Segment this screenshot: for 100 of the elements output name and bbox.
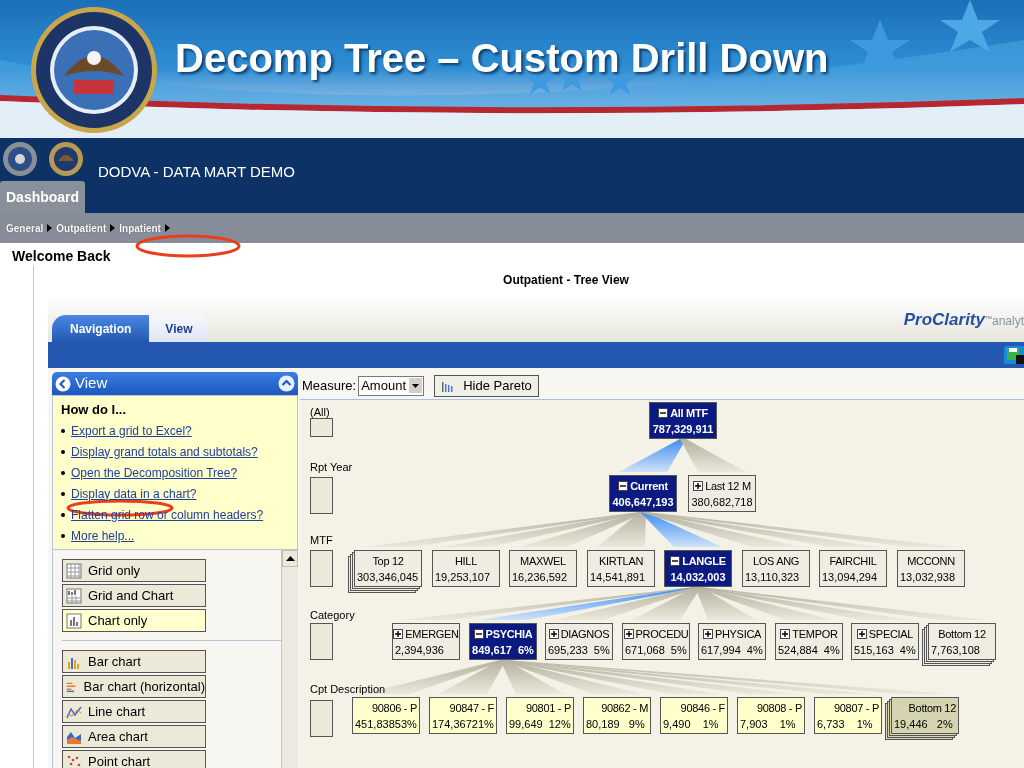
node-value: 80,189 9% bbox=[586, 716, 646, 732]
node-value: 406,647,193 bbox=[612, 494, 674, 510]
level-label: MTF bbox=[310, 533, 333, 548]
level-label: Category bbox=[310, 608, 355, 623]
tree-node[interactable]: LOS ANG 13,110,323 bbox=[742, 550, 810, 587]
level-label: Cpt Description bbox=[310, 682, 386, 697]
node-label: Top 12 bbox=[372, 553, 404, 569]
tree-node[interactable]: 90847 - F 174,36721% bbox=[429, 697, 497, 734]
tree-node[interactable]: Last 12 M 380,682,718 bbox=[688, 475, 756, 512]
report-tab[interactable]: Navigation bbox=[52, 315, 150, 342]
node-value: 9,490 1% bbox=[663, 716, 720, 732]
tree-node[interactable]: LANGLE 14,032,003 bbox=[664, 550, 732, 587]
view-button[interactable]: Chart only bbox=[62, 609, 206, 632]
node-value: 13,094,294 bbox=[822, 569, 879, 585]
node-value: 174,36721% bbox=[432, 716, 494, 732]
tree-node[interactable]: FAIRCHIL 13,094,294 bbox=[819, 550, 887, 587]
node-value: 19,253,107 bbox=[435, 569, 492, 585]
node-value: 13,032,938 bbox=[900, 569, 957, 585]
view-button[interactable]: Area chart bbox=[62, 725, 206, 748]
node-label: PROCEDU bbox=[635, 626, 689, 642]
node-value: 617,994 4% bbox=[701, 642, 763, 658]
help-link[interactable]: Display grand totals and subtotals? bbox=[71, 442, 258, 461]
node-value: 451,83853% bbox=[355, 716, 417, 732]
tree-node[interactable]: HILL 19,253,107 bbox=[432, 550, 500, 587]
node-label: 90847 - F bbox=[449, 700, 494, 716]
view-button[interactable]: Bar chart bbox=[62, 650, 206, 673]
level-label: (All) bbox=[310, 405, 330, 420]
node-label: TEMPOR bbox=[792, 626, 838, 642]
report-tab[interactable]: View bbox=[149, 315, 209, 342]
node-value: 524,884 4% bbox=[778, 642, 840, 658]
node-value: 16,236,592 bbox=[512, 569, 569, 585]
node-value: 6,733 1% bbox=[817, 716, 874, 732]
node-label: PHYSICA bbox=[714, 626, 762, 642]
node-label: HILL bbox=[454, 553, 477, 569]
greeting-text: Welcome Back bbox=[12, 247, 111, 266]
tree-node[interactable]: 90807 - P 6,733 1% bbox=[814, 697, 882, 734]
view-button[interactable]: Grid and Chart bbox=[62, 584, 206, 607]
node-value: 515,163 4% bbox=[854, 642, 916, 658]
node-label: FAIRCHIL bbox=[829, 553, 877, 569]
node-value: 7,763,108 bbox=[931, 642, 981, 658]
view-button[interactable]: Line chart bbox=[62, 700, 206, 723]
tree-node[interactable]: TEMPOR 524,884 4% bbox=[775, 623, 843, 660]
node-value: 787,329,911 bbox=[652, 421, 714, 437]
measure-label: Measure: bbox=[302, 376, 357, 395]
tree-node[interactable]: All MTF 787,329,911 bbox=[649, 402, 717, 439]
tree-node[interactable]: MAXWEL 16,236,592 bbox=[509, 550, 577, 587]
app-title: DODVA - DATA MART DEMO bbox=[98, 162, 295, 182]
node-value: 849,617 6% bbox=[472, 642, 534, 658]
node-value: 14,541,891 bbox=[590, 569, 647, 585]
node-label: MCCONN bbox=[907, 553, 955, 569]
report-title: Outpatient - Tree View bbox=[503, 272, 629, 289]
view-button[interactable]: Grid only bbox=[62, 559, 206, 582]
node-label: 90862 - M bbox=[601, 700, 648, 716]
node-label: PSYCHIA bbox=[485, 626, 533, 642]
help-link[interactable]: More help... bbox=[71, 526, 135, 545]
tree-node[interactable]: 90808 - P 7,903 1% bbox=[737, 697, 805, 734]
node-label: 90808 - P bbox=[757, 700, 802, 716]
level-label: Rpt Year bbox=[310, 460, 353, 475]
tree-node[interactable]: SPECIAL 515,163 4% bbox=[851, 623, 919, 660]
view-button[interactable]: Point chart bbox=[62, 750, 206, 768]
help-link[interactable]: Display data in a chart? bbox=[71, 484, 197, 503]
view-button[interactable]: Bar chart (horizontal) bbox=[62, 675, 206, 698]
node-label: MAXWEL bbox=[520, 553, 566, 569]
tree-node[interactable]: KIRTLAN 14,541,891 bbox=[587, 550, 655, 587]
node-label: Bottom 12 bbox=[908, 700, 956, 716]
node-value: 14,032,003 bbox=[669, 569, 727, 585]
node-value: 13,110,323 bbox=[745, 569, 801, 585]
node-label: LOS ANG bbox=[752, 553, 800, 569]
tree-node[interactable]: DIAGNOS 695,233 5% bbox=[545, 623, 613, 660]
node-value: 695,233 5% bbox=[548, 642, 610, 658]
node-value: 380,682,718 bbox=[691, 494, 753, 510]
tree-node[interactable]: PROCEDU 671,068 5% bbox=[622, 623, 690, 660]
tree-node[interactable]: EMERGEN 2,394,936 bbox=[392, 623, 460, 660]
tree-node[interactable]: 90801 - P 99,649 12% bbox=[506, 697, 574, 734]
tree-node[interactable]: 90806 - P 451,83853% bbox=[352, 697, 420, 734]
node-label: EMERGEN bbox=[405, 626, 459, 642]
node-label: SPECIAL bbox=[868, 626, 914, 642]
tree-node[interactable]: 90846 - F 9,490 1% bbox=[660, 697, 728, 734]
help-heading: How do I... bbox=[61, 401, 127, 419]
tree-node[interactable]: PHYSICA 617,994 4% bbox=[698, 623, 766, 660]
slide-title: Decomp Tree – Custom Drill Down bbox=[175, 35, 829, 82]
node-value: 671,068 5% bbox=[625, 642, 687, 658]
node-label: LANGLE bbox=[682, 553, 726, 569]
node-label: Last 12 M bbox=[705, 478, 751, 494]
node-label: 90806 - P bbox=[372, 700, 417, 716]
node-label: Current bbox=[630, 478, 668, 494]
product-logo: ProClarity$^{™}$analyt bbox=[903, 308, 1024, 331]
tree-node[interactable]: PSYCHIA 849,617 6% bbox=[469, 623, 537, 660]
hide-pareto-button[interactable]: Hide Pareto bbox=[434, 374, 539, 397]
help-link[interactable]: Open the Decomposition Tree? bbox=[71, 463, 238, 482]
node-label: KIRTLAN bbox=[598, 553, 644, 569]
node-value: 99,649 12% bbox=[509, 716, 571, 732]
tree-node[interactable]: MCCONN 13,032,938 bbox=[897, 550, 965, 587]
help-link[interactable]: Export a grid to Excel? bbox=[71, 421, 192, 440]
node-value: 303,346,045 bbox=[357, 569, 419, 585]
tree-node[interactable]: Current 406,647,193 bbox=[609, 475, 677, 512]
tree-node[interactable]: 90862 - M 80,189 9% bbox=[583, 697, 651, 734]
measure-dropdown[interactable]: Amount bbox=[358, 375, 425, 396]
node-label: DIAGNOS bbox=[560, 626, 610, 642]
node-value: 2,394,936 bbox=[395, 642, 445, 658]
